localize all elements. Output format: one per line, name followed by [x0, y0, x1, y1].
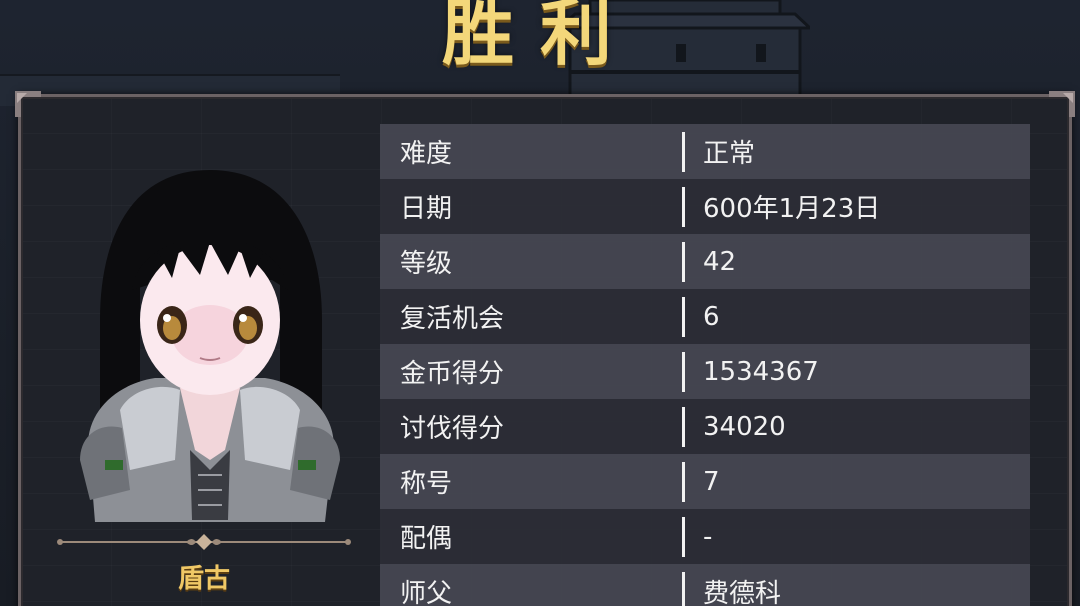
stat-row-spouse: 配偶 - — [380, 509, 1030, 564]
stat-value: 34020 — [703, 411, 786, 442]
stat-label: 师父 — [400, 579, 453, 606]
character-portrait — [80, 170, 340, 522]
stat-label: 配偶 — [400, 524, 453, 554]
result-screen: 胜利 盾古 难度 正常 日期 600年1月23日 等级 42 复活机会 6 金币… — [0, 0, 1080, 606]
stat-row-titles: 称号 7 — [380, 454, 1030, 509]
stat-label: 难度 — [400, 139, 453, 169]
stat-label: 等级 — [400, 249, 453, 279]
stat-label: 称号 — [400, 469, 453, 499]
stat-value: 1534367 — [703, 356, 819, 387]
stat-label: 金币得分 — [400, 359, 505, 389]
stat-value: 费德科 — [703, 579, 782, 606]
victory-title: 胜利 — [441, 0, 638, 75]
stat-value: 42 — [703, 246, 737, 277]
name-divider-ornament-icon — [57, 534, 351, 550]
character-name: 盾古 — [177, 564, 230, 594]
stat-value: 600年1月23日 — [703, 194, 881, 224]
stat-value: 正常 — [703, 139, 756, 169]
stat-row-gold-score: 金币得分 1534367 — [380, 344, 1030, 399]
stat-row-date: 日期 600年1月23日 — [380, 179, 1030, 234]
stat-row-subjugation-score: 讨伐得分 34020 — [380, 399, 1030, 454]
stat-label: 讨伐得分 — [400, 414, 505, 444]
stat-row-master: 师父 费德科 — [380, 564, 1030, 606]
panel-corner-ornament-icon — [1049, 91, 1075, 117]
stat-row-revive-chances: 复活机会 6 — [380, 289, 1030, 344]
stat-label: 日期 — [400, 194, 453, 224]
stats-table: 难度 正常 日期 600年1月23日 等级 42 复活机会 6 金币得分 153… — [380, 124, 1030, 606]
stat-value: 7 — [703, 466, 720, 497]
stat-row-level: 等级 42 — [380, 234, 1030, 289]
stat-value: - — [703, 521, 713, 552]
stat-row-difficulty: 难度 正常 — [380, 124, 1030, 179]
stat-label: 复活机会 — [400, 304, 505, 334]
panel-corner-ornament-icon — [15, 91, 41, 117]
stat-value: 6 — [703, 301, 720, 332]
